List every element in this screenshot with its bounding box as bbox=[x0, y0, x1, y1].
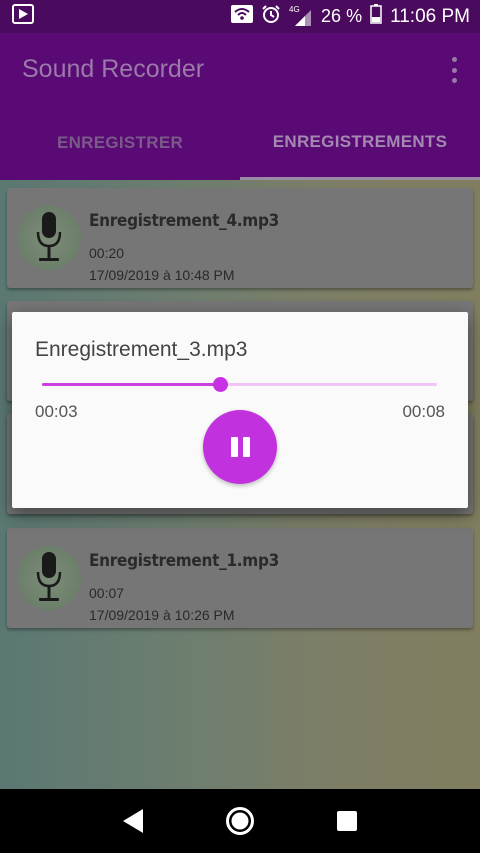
elapsed-time: 00:03 bbox=[35, 402, 78, 421]
recording-date: 17/09/2019 à 10:48 PM bbox=[89, 267, 235, 283]
recording-card[interactable]: Enregistrement_4.mp3 00:20 17/09/2019 à … bbox=[7, 188, 473, 288]
recording-name: Enregistrement_1.mp3 bbox=[89, 551, 279, 571]
overflow-menu-icon[interactable] bbox=[450, 57, 458, 83]
battery-icon bbox=[370, 3, 382, 30]
recording-duration: 00:07 bbox=[89, 585, 125, 601]
seek-progress bbox=[42, 383, 220, 386]
clock: 11:06 PM bbox=[390, 5, 470, 27]
seek-bar[interactable] bbox=[42, 377, 437, 392]
tab-recordings[interactable]: ENREGISTREMENTS bbox=[240, 106, 480, 180]
playback-dialog: Enregistrement_3.mp3 00:03 00:08 bbox=[12, 312, 468, 508]
tab-record[interactable]: ENREGISTRER bbox=[0, 106, 240, 180]
play-store-notification-icon bbox=[12, 4, 34, 29]
recording-duration: 00:20 bbox=[89, 245, 125, 261]
microphone-icon bbox=[17, 206, 81, 270]
pause-icon bbox=[230, 437, 238, 457]
navigation-bar bbox=[0, 789, 480, 853]
alarm-icon bbox=[261, 4, 281, 30]
seek-thumb[interactable] bbox=[212, 377, 228, 392]
home-icon[interactable] bbox=[225, 806, 255, 836]
recording-card[interactable]: Enregistrement_1.mp3 00:07 17/09/2019 à … bbox=[7, 528, 473, 628]
wifi-calling-icon bbox=[231, 4, 254, 30]
total-time: 00:08 bbox=[402, 402, 445, 421]
back-icon[interactable] bbox=[118, 806, 148, 836]
tab-bar: ENREGISTRER ENREGISTREMENTS bbox=[0, 106, 480, 180]
signal-icon: 4G bbox=[289, 5, 313, 27]
status-bar: 4G 26 % 11:06 PM bbox=[0, 0, 480, 33]
pause-button[interactable] bbox=[203, 410, 277, 484]
battery-percent: 26 % bbox=[321, 6, 363, 26]
app-title: Sound Recorder bbox=[22, 55, 205, 83]
recording-date: 17/09/2019 à 10:26 PM bbox=[89, 607, 235, 623]
dialog-file-name: Enregistrement_3.mp3 bbox=[35, 338, 248, 361]
recents-icon[interactable] bbox=[332, 806, 362, 836]
recording-name: Enregistrement_4.mp3 bbox=[89, 211, 279, 231]
pause-icon-bar bbox=[242, 437, 250, 457]
app-bar: Sound Recorder ENREGISTRER ENREGISTREMEN… bbox=[0, 33, 480, 180]
microphone-icon bbox=[17, 546, 81, 610]
